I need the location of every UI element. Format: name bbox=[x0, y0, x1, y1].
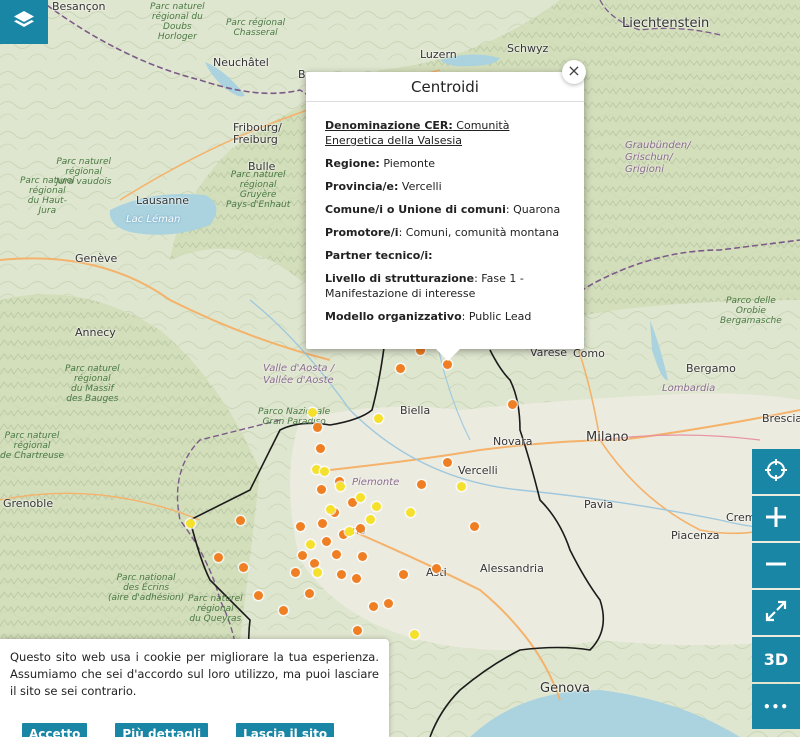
popup-row: Comune/i o Unione di comuni: Quarona bbox=[325, 202, 570, 217]
popup-key: Comune/i o Unione di comuni bbox=[325, 203, 506, 216]
popup-row: Regione: Piemonte bbox=[325, 156, 570, 171]
cookie-buttons: Accetto Più dettagli Lascia il sito bbox=[22, 723, 362, 737]
cer-marker-yellow[interactable] bbox=[356, 493, 365, 502]
popup-value: : Comuni, comunità montana bbox=[398, 226, 560, 239]
popup-key: Provincia/e: bbox=[325, 180, 399, 193]
cer-marker-orange[interactable] bbox=[399, 570, 408, 579]
cer-marker-orange[interactable] bbox=[358, 552, 367, 561]
cer-marker-orange[interactable] bbox=[279, 606, 288, 615]
popup-value: : Public Lead bbox=[461, 310, 532, 323]
cer-marker-orange[interactable] bbox=[310, 559, 319, 568]
cer-marker-orange[interactable] bbox=[214, 553, 223, 562]
cookie-text: Questo sito web usa i cookie per miglior… bbox=[10, 650, 379, 698]
cer-marker-yellow[interactable] bbox=[457, 482, 466, 491]
cer-marker-orange[interactable] bbox=[291, 568, 300, 577]
popup-row: Modello organizzativo: Public Lead bbox=[325, 309, 570, 324]
cer-marker-yellow[interactable] bbox=[326, 505, 335, 514]
feature-popup: Centroidi × Denominazione CER: Comunità … bbox=[306, 60, 586, 361]
cer-marker-orange[interactable] bbox=[317, 485, 326, 494]
cer-marker-orange[interactable] bbox=[332, 550, 341, 559]
popup-key: Regione: bbox=[325, 157, 380, 170]
cer-marker-orange[interactable] bbox=[369, 602, 378, 611]
cer-marker-yellow[interactable] bbox=[313, 568, 322, 577]
popup-row: Promotore/i: Comuni, comunità montana bbox=[325, 225, 570, 240]
cer-marker-yellow[interactable] bbox=[320, 467, 329, 476]
popup-title: Centroidi bbox=[306, 72, 584, 102]
cer-marker-orange[interactable] bbox=[318, 519, 327, 528]
popup-row: Partner tecnico/i: bbox=[325, 248, 570, 263]
cer-marker-orange[interactable] bbox=[417, 480, 426, 489]
popup-value: Vercelli bbox=[398, 180, 442, 193]
cer-marker-orange[interactable] bbox=[352, 574, 361, 583]
popup-value: : Quarona bbox=[505, 203, 561, 216]
layers-icon bbox=[12, 8, 36, 36]
cer-marker-orange[interactable] bbox=[508, 400, 517, 409]
fullscreen-button[interactable] bbox=[752, 590, 800, 635]
zoom-in-button[interactable] bbox=[752, 496, 800, 541]
cer-marker-orange[interactable] bbox=[443, 360, 452, 369]
popup-row: Provincia/e: Vercelli bbox=[325, 179, 570, 194]
cer-marker-orange[interactable] bbox=[322, 537, 331, 546]
popup-key: Livello di strutturazione bbox=[325, 272, 475, 285]
layers-button[interactable] bbox=[0, 0, 48, 44]
map-controls: 3D ••• bbox=[752, 449, 800, 731]
expand-icon bbox=[764, 599, 788, 627]
cer-marker-orange[interactable] bbox=[396, 364, 405, 373]
cer-marker-orange[interactable] bbox=[254, 591, 263, 600]
locate-button[interactable] bbox=[752, 449, 800, 494]
cer-marker-yellow[interactable] bbox=[336, 482, 345, 491]
cer-marker-orange[interactable] bbox=[356, 524, 365, 533]
cer-marker-yellow[interactable] bbox=[345, 527, 354, 536]
popup-key: Promotore/i bbox=[325, 226, 399, 239]
cer-marker-orange[interactable] bbox=[432, 564, 441, 573]
cer-marker-orange[interactable] bbox=[298, 551, 307, 560]
cer-marker-orange[interactable] bbox=[353, 626, 362, 635]
minus-icon bbox=[764, 552, 788, 580]
popup-key: Modello organizzativo bbox=[325, 310, 462, 323]
cer-marker-yellow[interactable] bbox=[374, 414, 383, 423]
cer-marker-orange[interactable] bbox=[305, 589, 314, 598]
accept-button[interactable]: Accetto bbox=[22, 723, 88, 737]
cer-marker-yellow[interactable] bbox=[406, 508, 415, 517]
plus-icon bbox=[764, 505, 788, 533]
view-3d-button[interactable]: 3D bbox=[752, 637, 800, 682]
cer-marker-orange[interactable] bbox=[313, 423, 322, 432]
popup-key: Partner tecnico/i: bbox=[325, 249, 433, 262]
leave-site-button[interactable]: Lascia il sito bbox=[236, 723, 335, 737]
cookie-banner: Questo sito web usa i cookie per miglior… bbox=[0, 639, 389, 737]
cer-marker-orange[interactable] bbox=[236, 516, 245, 525]
more-details-button[interactable]: Più dettagli bbox=[115, 723, 209, 737]
cer-marker-yellow[interactable] bbox=[186, 519, 195, 528]
popup-value: Piemonte bbox=[379, 157, 436, 170]
popup-key: Denominazione CER: bbox=[325, 119, 453, 132]
more-button[interactable]: ••• bbox=[752, 684, 800, 729]
cer-marker-orange[interactable] bbox=[239, 563, 248, 572]
cer-marker-yellow[interactable] bbox=[306, 540, 315, 549]
zoom-out-button[interactable] bbox=[752, 543, 800, 588]
cer-marker-orange[interactable] bbox=[470, 522, 479, 531]
cer-marker-orange[interactable] bbox=[443, 458, 452, 467]
cer-marker-yellow[interactable] bbox=[308, 408, 317, 417]
crosshair-icon bbox=[764, 458, 788, 486]
popup-close-button[interactable]: × bbox=[562, 60, 586, 84]
popup-body: Denominazione CER: Comunità Energetica d… bbox=[306, 102, 584, 342]
popup-row: Livello di strutturazione: Fase 1 - Mani… bbox=[325, 271, 570, 301]
cer-marker-orange[interactable] bbox=[384, 599, 393, 608]
popup-tip bbox=[436, 349, 460, 361]
cer-marker-yellow[interactable] bbox=[372, 502, 381, 511]
cer-marker-yellow[interactable] bbox=[410, 630, 419, 639]
cer-marker-orange[interactable] bbox=[316, 444, 325, 453]
cer-marker-yellow[interactable] bbox=[366, 515, 375, 524]
cer-marker-orange[interactable] bbox=[337, 570, 346, 579]
popup-row: Denominazione CER: Comunità Energetica d… bbox=[325, 118, 570, 148]
cer-marker-orange[interactable] bbox=[296, 522, 305, 531]
